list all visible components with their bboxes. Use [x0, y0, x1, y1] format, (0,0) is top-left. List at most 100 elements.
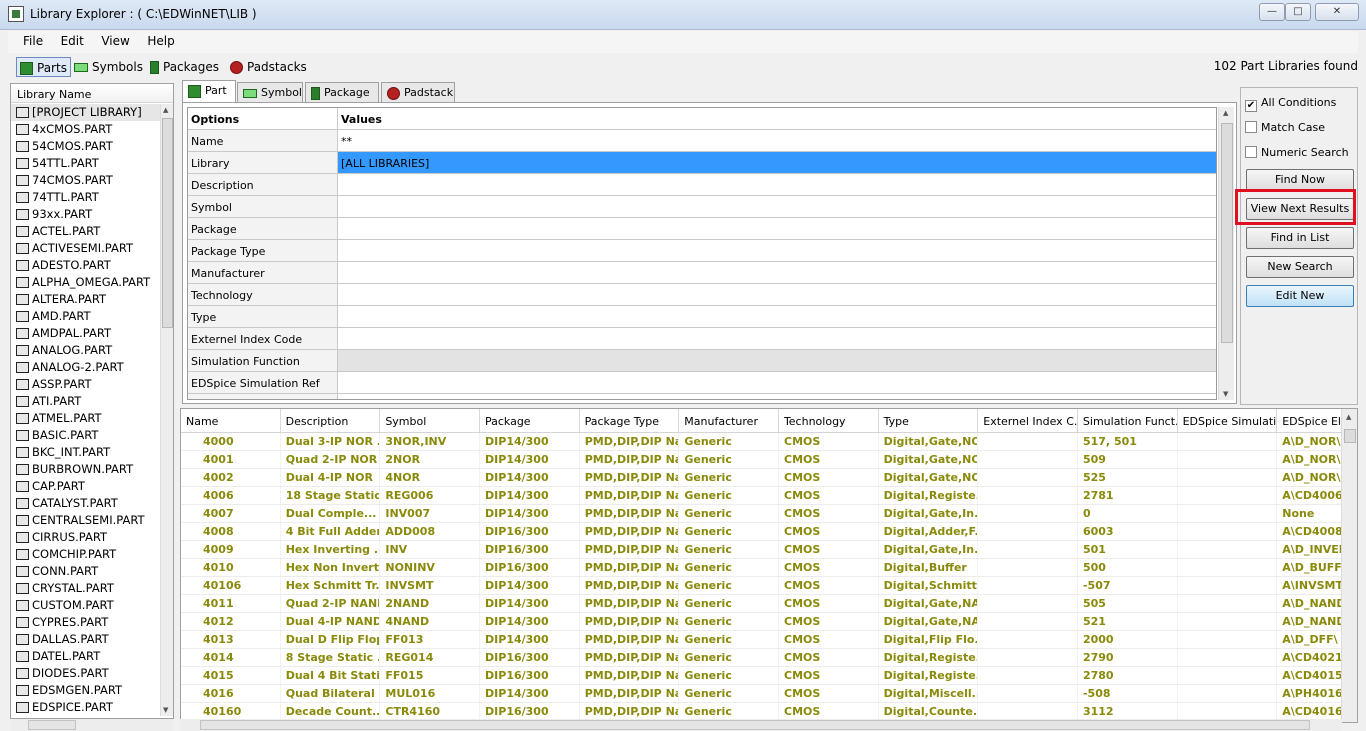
toolbar-symbols[interactable]: Symbols	[74, 57, 143, 77]
library-item[interactable]: DALLAS.PART	[11, 631, 161, 648]
table-row[interactable]: 4011 Quad 2-IP NAND 2NAND DIP14/300 PMD,DIP,…	[181, 595, 1357, 613]
library-list-header[interactable]: Library Name	[11, 84, 173, 103]
table-row[interactable]: 4002 Dual 4-IP NOR 4NOR DIP14/300 PMD,DIP,DI…	[181, 469, 1357, 487]
library-item[interactable]: CATALYST.PART	[11, 495, 161, 512]
table-row[interactable]: 4008 4 Bit Full Adder ADD008 DIP16/300 PMD,D…	[181, 523, 1357, 541]
library-item[interactable]: COMCHIP.PART	[11, 546, 161, 563]
library-item[interactable]: ACTEL.PART	[11, 223, 161, 240]
option-value[interactable]	[338, 394, 1216, 399]
scroll-down-icon[interactable]: ▼	[163, 706, 168, 714]
results-column-header[interactable]: Type	[879, 409, 979, 432]
library-item[interactable]: 54TTL.PART	[11, 155, 161, 172]
numeric-search-checkbox[interactable]: Numeric Search	[1245, 146, 1349, 159]
results-column-header[interactable]: Manufacturer	[679, 409, 779, 432]
library-item[interactable]: ASSP.PART	[11, 376, 161, 393]
option-row[interactable]: Description	[188, 174, 1216, 196]
library-item[interactable]: 54CMOS.PART	[11, 138, 161, 155]
table-row[interactable]: 4007 Dual Comple... INV007 DIP14/300 PMD,DIP…	[181, 505, 1357, 523]
option-value[interactable]	[338, 328, 1216, 349]
library-item[interactable]: CUSTOM.PART	[11, 597, 161, 614]
minimize-button[interactable]: —	[1259, 3, 1285, 21]
option-value[interactable]: [ALL LIBRARIES]	[338, 152, 1216, 173]
library-item[interactable]: ADESTO.PART	[11, 257, 161, 274]
option-value[interactable]: **	[338, 130, 1216, 151]
menu-file[interactable]: File	[8, 31, 51, 48]
find-in-list-button[interactable]: Find in List	[1246, 227, 1354, 249]
option-value[interactable]	[338, 350, 1216, 371]
table-row[interactable]: 4013 Dual D Flip Flop FF013 DIP14/300 PMD,DI…	[181, 631, 1357, 649]
find-now-button[interactable]: Find Now	[1246, 169, 1354, 191]
library-item[interactable]: ATMEL.PART	[11, 410, 161, 427]
option-value[interactable]	[338, 240, 1216, 261]
library-list-scrollbar[interactable]: ▲ ▼	[160, 104, 173, 716]
library-hscrollbar[interactable]	[10, 719, 174, 731]
table-row[interactable]: 4012 Dual 4-IP NAND 4NAND DIP14/300 PMD,DIP,…	[181, 613, 1357, 631]
option-value[interactable]	[338, 372, 1216, 393]
option-row[interactable]: EDSpice ElementCode	[188, 394, 1216, 399]
library-item[interactable]: ATI.PART	[11, 393, 161, 410]
library-item[interactable]: CYPRES.PART	[11, 614, 161, 631]
results-hscrollbar[interactable]	[180, 719, 1342, 731]
library-item[interactable]: EDSMGEN.PART	[11, 682, 161, 699]
library-item[interactable]: DATEL.PART	[11, 648, 161, 665]
results-scrollbar[interactable]: ▲	[1341, 409, 1357, 722]
results-column-header[interactable]: Externel Index C...	[978, 409, 1078, 432]
library-item[interactable]: 93xx.PART	[11, 206, 161, 223]
library-item[interactable]: ANALOG-2.PART	[11, 359, 161, 376]
tab-package[interactable]: Package	[305, 82, 379, 102]
option-row[interactable]: Manufacturer	[188, 262, 1216, 284]
library-item[interactable]: DIODES.PART	[11, 665, 161, 682]
results-column-header[interactable]: EDSpice Simulati...	[1178, 409, 1278, 432]
menu-view[interactable]: View	[95, 31, 137, 48]
library-item[interactable]: [PROJECT LIBRARY]	[11, 104, 161, 121]
table-row[interactable]: 4010Hex Non Invert...NONINVDIP16/300PMD,…	[181, 559, 1357, 577]
library-scroll-thumb[interactable]	[162, 118, 173, 328]
option-value[interactable]	[338, 218, 1216, 239]
maximize-button[interactable]: □	[1285, 3, 1311, 21]
library-item[interactable]: CAP.PART	[11, 478, 161, 495]
edit-new-button[interactable]: Edit New	[1246, 285, 1354, 307]
option-row[interactable]: Name **	[188, 130, 1216, 152]
scroll-up-icon[interactable]: ▲	[1346, 413, 1351, 421]
option-row[interactable]: Package Type	[188, 240, 1216, 262]
table-row[interactable]: 40106 Hex Schmitt Tr... INVSMT DIP14/300 PMD…	[181, 577, 1357, 595]
library-item[interactable]: 74TTL.PART	[11, 189, 161, 206]
toolbar-parts[interactable]: Parts	[16, 57, 71, 77]
library-item[interactable]: ALTERA.PART	[11, 291, 161, 308]
library-item[interactable]: CONN.PART	[11, 563, 161, 580]
option-row[interactable]: Type	[188, 306, 1216, 328]
option-row[interactable]: EDSpice Simulation Ref	[188, 372, 1216, 394]
option-row[interactable]: Symbol	[188, 196, 1216, 218]
tab-part[interactable]: Part	[182, 80, 236, 103]
tab-padstack[interactable]: Padstack	[381, 82, 455, 102]
option-value[interactable]	[338, 262, 1216, 283]
option-value[interactable]	[338, 284, 1216, 305]
options-scroll-thumb[interactable]	[1221, 123, 1233, 343]
match-case-checkbox[interactable]: Match Case	[1245, 121, 1325, 134]
menu-edit[interactable]: Edit	[55, 31, 92, 48]
scroll-down-icon[interactable]: ▼	[1223, 390, 1228, 398]
table-row[interactable]: 4014 8 Stage Static ... REG014 DIP16/300 PMD…	[181, 649, 1357, 667]
scroll-up-icon[interactable]: ▲	[163, 106, 168, 114]
results-column-header[interactable]: Name	[181, 409, 281, 432]
scroll-up-icon[interactable]: ▲	[1223, 109, 1228, 117]
library-item[interactable]: EDSPICE.PART	[11, 699, 161, 716]
close-button[interactable]: ✕	[1315, 3, 1359, 21]
library-item[interactable]: AMDPAL.PART	[11, 325, 161, 342]
results-column-header[interactable]: Package	[480, 409, 580, 432]
results-hscroll-thumb[interactable]	[200, 720, 1310, 730]
library-item[interactable]: ANALOG.PART	[11, 342, 161, 359]
library-item[interactable]: ALPHA_OMEGA.PART	[11, 274, 161, 291]
toolbar-padstacks[interactable]: Padstacks	[230, 57, 307, 77]
library-item[interactable]: 74CMOS.PART	[11, 172, 161, 189]
results-column-header[interactable]: Description	[281, 409, 381, 432]
library-item[interactable]: CENTRALSEMI.PART	[11, 512, 161, 529]
library-hscroll-thumb[interactable]	[28, 720, 76, 730]
results-column-header[interactable]: Technology	[779, 409, 879, 432]
option-row[interactable]: Library [ALL LIBRARIES]	[188, 152, 1216, 174]
library-item[interactable]: BKC_INT.PART	[11, 444, 161, 461]
table-row[interactable]: 4001 Quad 2-IP NOR 2NOR DIP14/300 PMD,DIP,DI…	[181, 451, 1357, 469]
option-value[interactable]	[338, 196, 1216, 217]
table-row[interactable]: 4016Quad Bilateral ...MUL016DIP14/300PMD…	[181, 685, 1357, 703]
library-item[interactable]: CIRRUS.PART	[11, 529, 161, 546]
